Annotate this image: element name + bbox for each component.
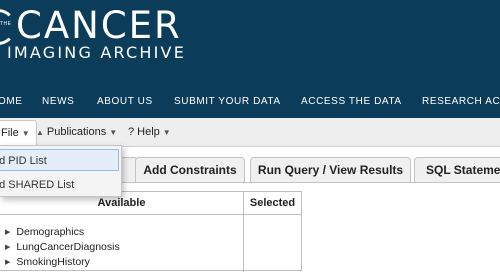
tree-item-demographics[interactable]: ▶ Demographics bbox=[5, 226, 84, 239]
nav-access-the-data[interactable]: ACCESS THE DATA bbox=[301, 96, 402, 108]
expand-triangle-icon[interactable]: ▶ bbox=[5, 256, 10, 269]
caret-down-icon: ▼ bbox=[21, 129, 30, 138]
menu-item-label: ad PID List bbox=[0, 155, 47, 167]
publications-menu-label: Publications bbox=[46, 126, 107, 138]
menu-item-load-shared-list[interactable]: ad SHARED List bbox=[0, 174, 119, 196]
nav-research[interactable]: RESEARCH ACT bbox=[422, 96, 500, 108]
selected-column-header: Selected bbox=[244, 192, 301, 215]
expand-triangle-icon[interactable]: ▶ bbox=[5, 241, 10, 254]
logo-small-text: THE bbox=[0, 21, 12, 27]
tab-run-query[interactable]: Run Query / View Results bbox=[250, 157, 411, 183]
nav-submit-your-data[interactable]: SUBMIT YOUR DATA bbox=[174, 96, 281, 108]
tree-item-label: Demographics bbox=[16, 226, 85, 238]
help-menu-label: ? Help bbox=[128, 126, 160, 138]
publications-menu[interactable]: ▲ Publications ▼ bbox=[36, 125, 117, 140]
tab-add-constraints[interactable]: Add Constraints bbox=[135, 157, 245, 183]
expand-triangle-icon[interactable]: ▶ bbox=[5, 226, 10, 239]
column-divider bbox=[243, 192, 244, 272]
menu-item-label: ad SHARED List bbox=[0, 179, 75, 191]
site-header: THE CANCER IMAGING ARCHIVE OME NEWS ABOU… bbox=[0, 0, 500, 118]
caret-down-icon: ▼ bbox=[109, 128, 118, 137]
tree-item-lungcancerdiagnosis[interactable]: ▶ LungCancerDiagnosis bbox=[5, 241, 120, 254]
logo-circle-icon bbox=[0, 9, 16, 45]
caret-down-icon: ▼ bbox=[162, 128, 171, 137]
main-nav: OME NEWS ABOUT US SUBMIT YOUR DATA ACCES… bbox=[0, 96, 500, 110]
logo-subtitle: IMAGING ARCHIVE bbox=[7, 43, 186, 62]
tree-item-smokinghistory[interactable]: ▶ SmokingHistory bbox=[5, 256, 90, 269]
help-menu[interactable]: ? Help ▼ bbox=[128, 125, 171, 140]
tree-item-label: SmokingHistory bbox=[16, 256, 90, 268]
menu-item-load-pid-list[interactable]: ad PID List bbox=[0, 149, 119, 171]
tab-sql-statement[interactable]: SQL Statemer bbox=[414, 157, 500, 183]
file-menu-label: File bbox=[1, 127, 19, 139]
nav-home[interactable]: OME bbox=[0, 96, 23, 108]
logo-word[interactable]: CANCER bbox=[16, 6, 182, 46]
file-dropdown-menu: ad PID List ad SHARED List bbox=[0, 145, 122, 197]
file-menu[interactable]: File ▼ bbox=[0, 120, 37, 145]
nav-about-us[interactable]: ABOUT US bbox=[97, 96, 153, 108]
menu-bar: File ▼ ▲ Publications ▼ ? Help ▼ bbox=[0, 118, 500, 147]
nav-news[interactable]: NEWS bbox=[42, 96, 74, 108]
variable-panel: Available Selected ▶ Demographics ▶ LungCa… bbox=[0, 191, 302, 272]
caret-up-icon: ▲ bbox=[36, 128, 44, 137]
tree-item-label: LungCancerDiagnosis bbox=[16, 241, 120, 253]
